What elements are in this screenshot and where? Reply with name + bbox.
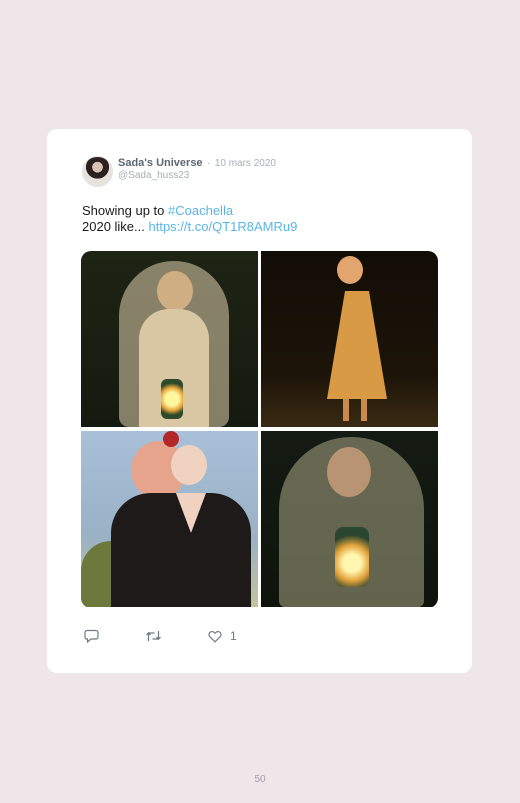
dress-shape <box>327 291 387 399</box>
tweet-actions: 1 <box>84 629 283 643</box>
tweet-text-line2: 2020 like... <box>82 219 149 234</box>
face-shape <box>157 271 193 311</box>
media-grid <box>81 251 438 608</box>
tweet-header: Sada's Universe · 10 mars 2020 @Sada_hus… <box>82 156 276 187</box>
like-count: 1 <box>230 629 237 643</box>
retweet-icon <box>146 631 161 641</box>
media-photo-1[interactable] <box>81 251 258 427</box>
rose-shape <box>163 431 179 447</box>
media-photo-3[interactable] <box>81 431 258 607</box>
heart-icon <box>208 630 222 643</box>
hashtag-link[interactable]: #Coachella <box>168 203 233 218</box>
reply-icon <box>84 629 99 643</box>
tweet-text: Showing up to #Coachella 2020 like... htt… <box>82 203 322 235</box>
tweet-meta: Sada's Universe · 10 mars 2020 @Sada_hus… <box>118 156 276 182</box>
tweet-url-link[interactable]: https://t.co/QT1R8AMRu9 <box>149 219 298 234</box>
leg-shape <box>361 399 367 421</box>
avatar[interactable] <box>82 156 113 187</box>
tweet-date[interactable]: 10 mars 2020 <box>215 158 276 169</box>
author-handle[interactable]: @Sada_huss23 <box>118 170 276 182</box>
reply-button[interactable] <box>84 629 99 643</box>
media-photo-2[interactable] <box>261 251 438 427</box>
lantern-shape <box>335 527 369 587</box>
lace-dress-shape <box>111 493 251 607</box>
page-number: 50 <box>254 774 266 785</box>
face-shape <box>171 445 207 485</box>
retweet-button[interactable] <box>145 629 162 643</box>
author-name[interactable]: Sada's Universe <box>118 157 203 169</box>
face-shape <box>327 447 371 497</box>
tweet-text-prefix: Showing up to <box>82 203 169 218</box>
hair-shape <box>337 256 363 284</box>
tweet-card: Sada's Universe · 10 mars 2020 @Sada_hus… <box>47 129 472 673</box>
like-button[interactable]: 1 <box>208 629 237 643</box>
lantern-shape <box>161 379 183 419</box>
leg-shape <box>343 399 349 421</box>
meta-separator: · <box>207 158 211 169</box>
media-photo-4[interactable] <box>261 431 438 607</box>
